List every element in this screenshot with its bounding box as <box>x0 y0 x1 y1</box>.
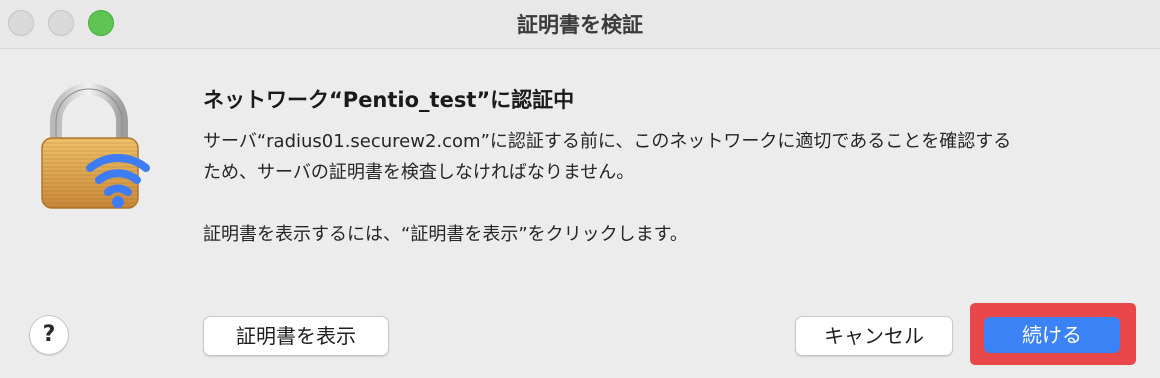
message-line-2: ため、サーバの証明書を検査しなければなりません。 <box>203 162 635 183</box>
message-line-3: 証明書を表示するには、“証明書を表示”をクリックします。 <box>203 224 688 245</box>
lock-with-wifi-icon <box>32 82 162 212</box>
show-certificate-button[interactable]: 証明書を表示 <box>203 316 389 356</box>
title-bar: 証明書を検証 <box>0 0 1160 49</box>
window-title: 証明書を検証 <box>517 13 643 37</box>
message-line-1: サーバ“radius01.securew2.com”に認証する前に、このネットワ… <box>203 131 1012 152</box>
dialog-message: サーバ“radius01.securew2.com”に認証する前に、このネットワ… <box>203 126 1133 250</box>
continue-button[interactable]: 続ける <box>984 317 1120 353</box>
dialog-heading: ネットワーク“Pentio_test”に認証中 <box>203 88 575 112</box>
cancel-button[interactable]: キャンセル <box>795 316 953 356</box>
help-button[interactable]: ? <box>29 315 69 355</box>
